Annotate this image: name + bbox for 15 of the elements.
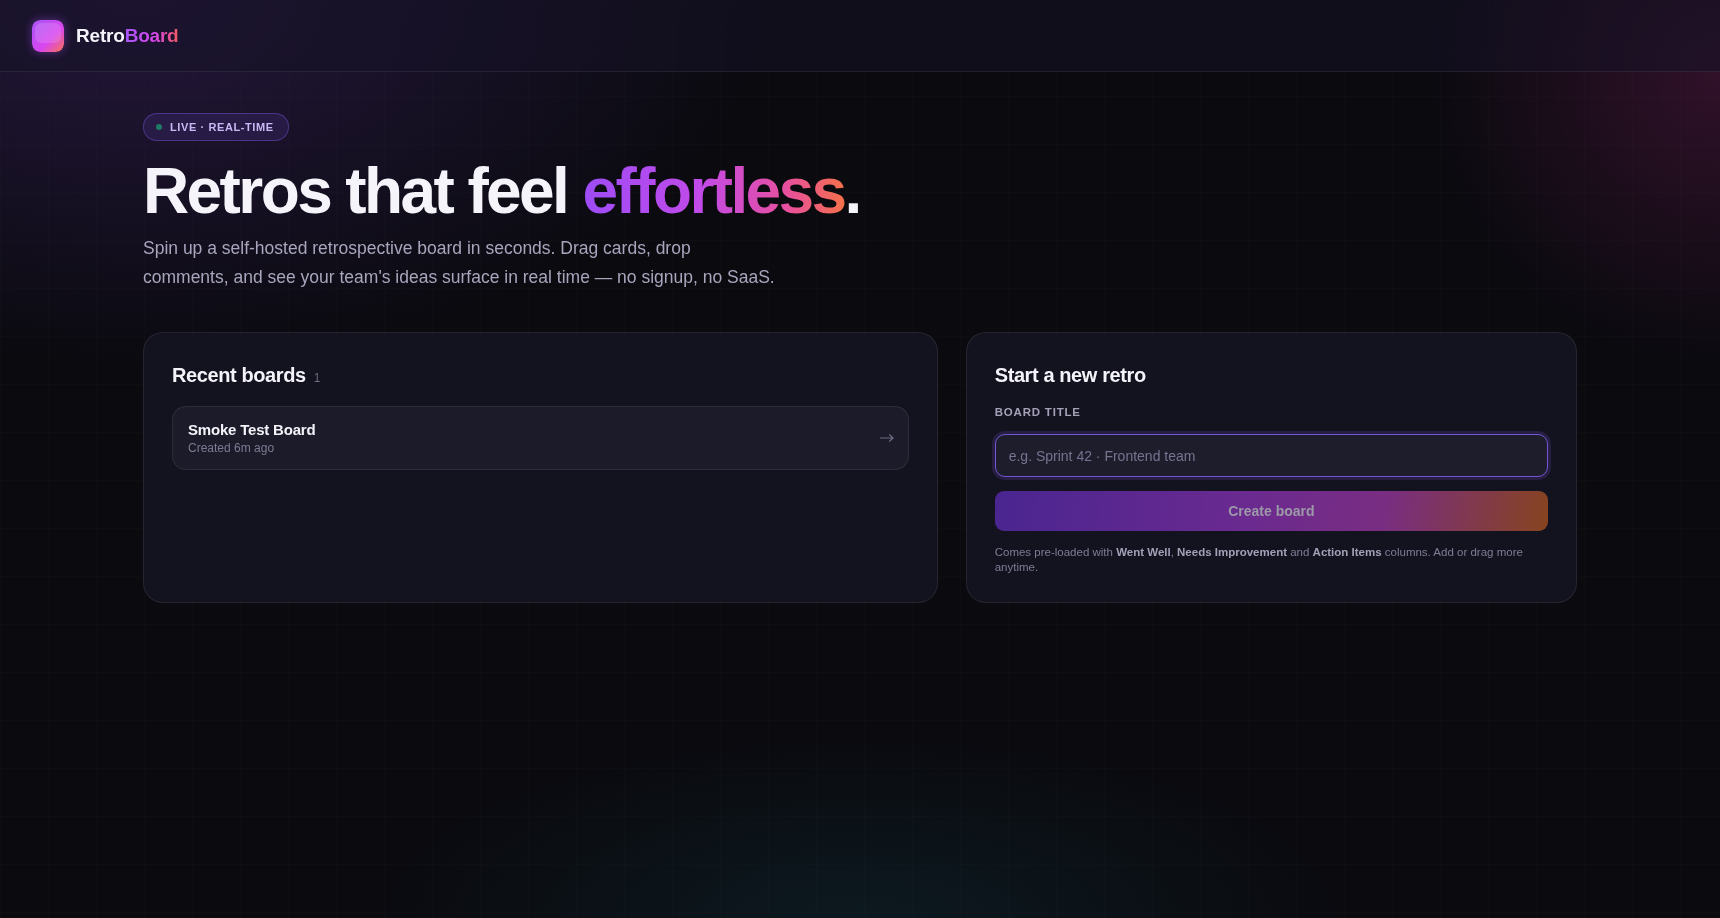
board-name: Smoke Test Board: [188, 421, 316, 438]
logo-icon: [32, 19, 64, 52]
badge-label: LIVE · REAL-TIME: [170, 121, 274, 133]
subtitle: Spin up a self-hosted retrospective board in seconds. Drag cards, drop comments, and see your team's ideas surface in real time — no signup, no SaaS.: [143, 237, 776, 289]
arrow-right-icon: [879, 434, 894, 442]
card-title: Start a new retro: [994, 363, 1146, 388]
card-title: Recent boards: [172, 363, 306, 388]
board-created-time: Created 6m ago: [188, 441, 276, 455]
help-note: Comes pre-loaded with Went Well, Needs Improvement and Action Items columns. Add or drag more anytime.: [994, 545, 1524, 575]
field-label: BOARD TITLE: [994, 405, 1081, 420]
status-dot-icon: [156, 124, 162, 130]
board-item[interactable]: Smoke Test Board Created 6m ago: [172, 406, 909, 470]
headline: Retros that feel effortless.: [143, 158, 860, 225]
board-title-input[interactable]: e.g. Sprint 42 · Frontend team: [994, 434, 1548, 478]
board-count: 1: [313, 371, 321, 385]
